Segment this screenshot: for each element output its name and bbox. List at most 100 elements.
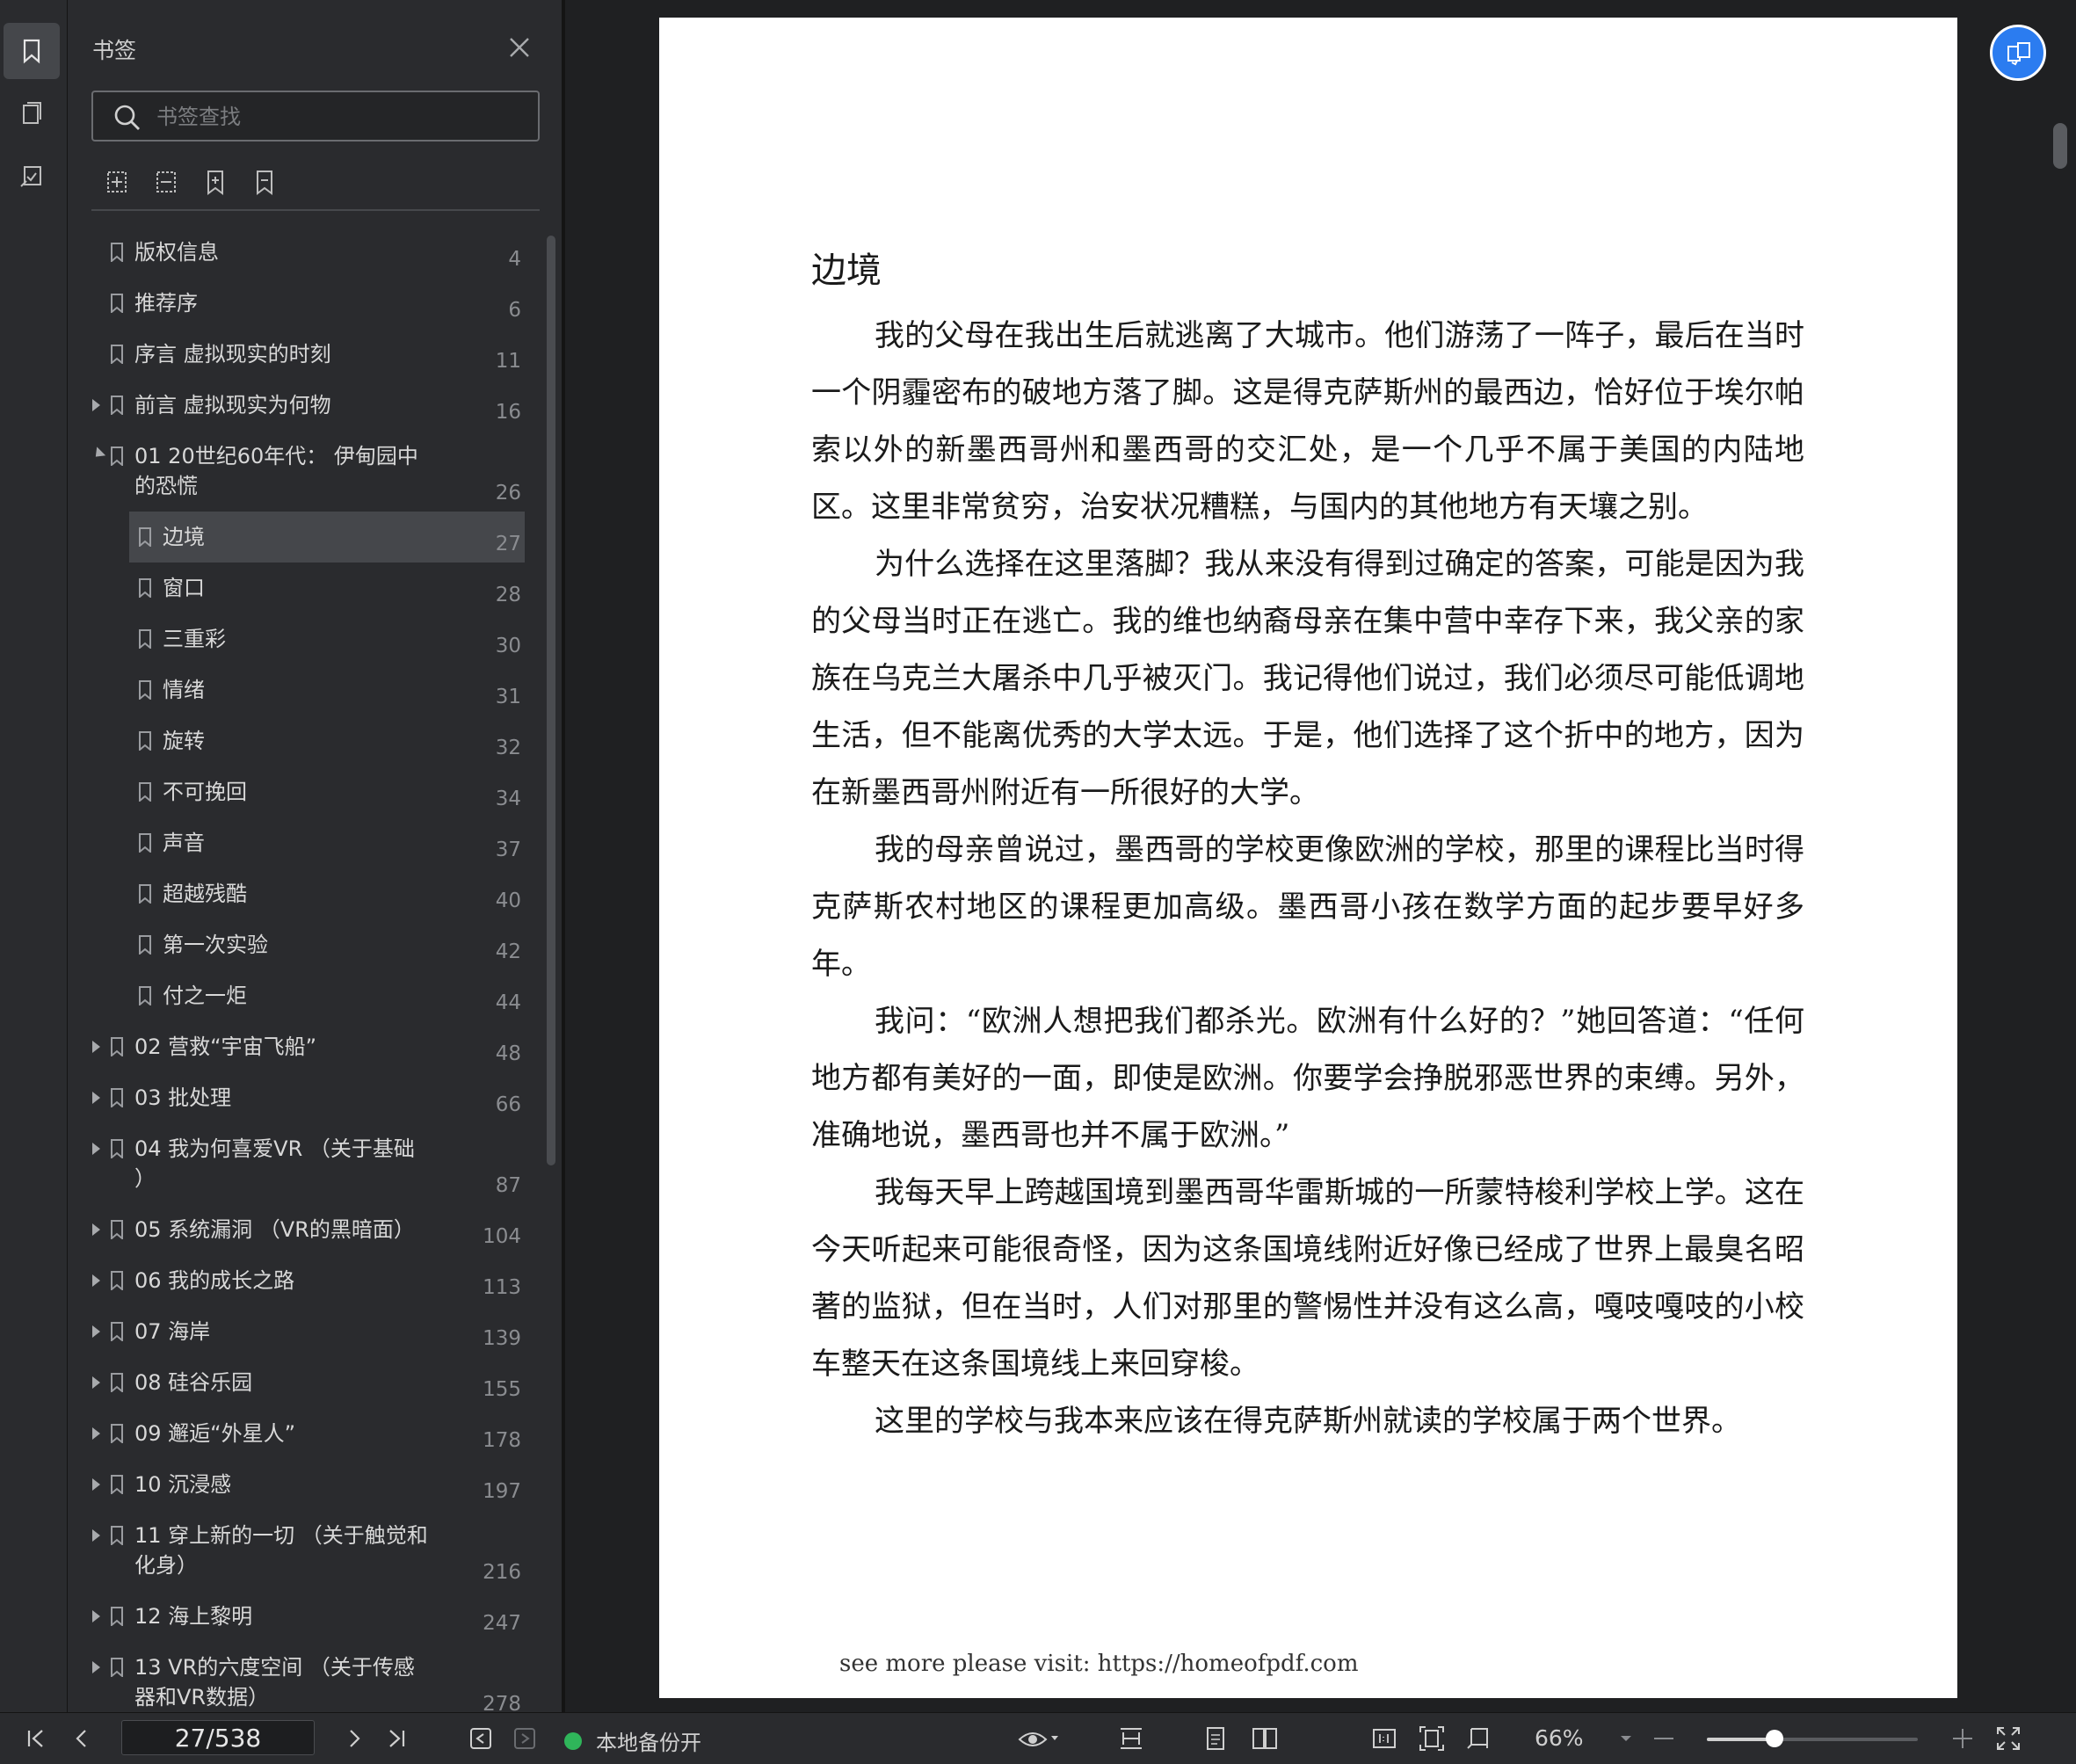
bookmark-label: 09 邂逅“外星人”: [134, 1421, 296, 1446]
bookmark-page-number: 113: [483, 1276, 521, 1299]
bookmark-label: 第一次实验: [163, 933, 268, 957]
expand-arrow-icon[interactable]: [92, 1427, 100, 1440]
bookmark-flag-icon: [111, 1139, 123, 1158]
bookmark-flag-icon: [111, 1220, 123, 1239]
zoom-out-button[interactable]: [1651, 1725, 1677, 1752]
expand-arrow-icon[interactable]: [92, 1661, 100, 1673]
bookmark-page-number: 197: [483, 1480, 521, 1503]
bookmark-search-input[interactable]: [155, 101, 527, 133]
left-icon-rail: [0, 0, 68, 1712]
bookmark-sidebar: 书签 版权信息 4 推荐序 6 序言 虚拟现实的时刻 11 前言 虚拟现实为何物 16 01 2…: [68, 0, 562, 1712]
expand-arrow-icon[interactable]: [92, 1478, 100, 1491]
bookmark-flag-icon: [111, 1526, 123, 1545]
paragraph: 为什么选择在这里落脚？我从来没有得到过确定的答案，可能是因为我的父母当时正在逃亡…: [811, 547, 1804, 810]
bookmark-search-box: [91, 91, 540, 142]
bookmark-label: 02 营救“宇宙飞船”: [134, 1034, 317, 1059]
sidebar-scrollbar[interactable]: [547, 236, 555, 1165]
scroll-mode-icon: [1121, 1728, 1142, 1749]
zoom-in-button[interactable]: [1949, 1725, 1976, 1752]
go-forward-button[interactable]: [512, 1725, 538, 1752]
bookmark-label: 08 硅谷乐园: [134, 1370, 253, 1395]
paragraph: 我的父母在我出生后就逃离了大城市。他们游荡了一阵子，最后在当时一个阴霾密布的破地…: [811, 318, 1804, 525]
single-page-button[interactable]: [1202, 1725, 1229, 1752]
collapse-arrow-icon[interactable]: [91, 446, 106, 461]
bookmark-label: 01 20世纪60年代： 伊甸园中 的恐慌: [134, 444, 418, 498]
expand-arrow-icon[interactable]: [92, 1092, 100, 1104]
continuous-scroll-button[interactable]: [1118, 1725, 1144, 1752]
thumbnails-panel-button[interactable]: [4, 86, 60, 142]
expand-arrow-icon[interactable]: [92, 399, 100, 411]
bookmark-page-number: 87: [495, 1174, 521, 1197]
last-page-icon: [389, 1730, 405, 1747]
first-page-button[interactable]: [23, 1725, 49, 1752]
bookmark-flag-icon: [111, 396, 123, 415]
page-body-text: 我的父母在我出生后就逃离了大城市。他们游荡了一阵子，最后在当时一个阴霾密布的破地…: [811, 308, 1804, 1450]
bookmark-label: 边境: [163, 525, 205, 549]
close-sidebar-button[interactable]: [505, 33, 534, 62]
bookmark-page-number: 6: [508, 299, 521, 322]
bookmark-label: 06 我的成长之路: [134, 1268, 295, 1293]
bookmark-page-number: 37: [495, 838, 521, 861]
expand-all-icon: [107, 171, 127, 192]
expand-arrow-icon[interactable]: [92, 1223, 100, 1236]
pdf-page: 边境 我的父母在我出生后就逃离了大城市。他们游荡了一阵子，最后在当时一个阴霾密布…: [659, 18, 1957, 1698]
annotations-panel-button[interactable]: [4, 149, 60, 206]
zoom-level[interactable]: 66%: [1535, 1725, 1584, 1751]
remove-bookmark-button[interactable]: [249, 167, 280, 199]
expand-arrow-icon[interactable]: [92, 1529, 100, 1542]
expand-arrow-icon[interactable]: [92, 1325, 100, 1338]
bookmark-flag-icon: [111, 1424, 123, 1443]
actual-size-button[interactable]: [1371, 1725, 1397, 1752]
floating-convert-button[interactable]: [1990, 25, 2046, 81]
eye-icon: [1018, 1732, 1058, 1746]
bookmark-flag-icon: [139, 578, 151, 598]
last-page-button[interactable]: [383, 1725, 410, 1752]
paragraph: 我每天早上跨越国境到墨西哥华雷斯城的一所蒙特梭利学校上学。这在今天听起来可能很奇…: [811, 1175, 1804, 1382]
go-back-button[interactable]: [468, 1725, 494, 1752]
expand-arrow-icon[interactable]: [92, 1376, 100, 1389]
plus-icon: [1953, 1729, 1972, 1748]
expand-arrow-icon[interactable]: [92, 1610, 100, 1622]
zoom-slider[interactable]: [1707, 1730, 1918, 1747]
status-bar: 本地备份开 66%: [0, 1712, 2076, 1764]
bookmark-label: 旋转: [163, 729, 205, 753]
previous-page-button[interactable]: [69, 1725, 95, 1752]
fit-page-button[interactable]: [1419, 1725, 1445, 1752]
bookmark-page-number: 278: [483, 1693, 521, 1712]
fullscreen-button[interactable]: [1995, 1725, 2022, 1752]
bookmark-page-number: 104: [483, 1225, 521, 1248]
bookmark-label: 03 批处理: [134, 1085, 232, 1110]
expand-arrow-icon[interactable]: [92, 1041, 100, 1053]
bookmark-page-number: 34: [495, 788, 521, 810]
fit-page-icon: [1419, 1726, 1444, 1751]
chevron-right-icon: [350, 1730, 360, 1747]
page-number-input[interactable]: [121, 1720, 315, 1755]
pages-icon: [23, 102, 41, 124]
bookmarks-panel-button[interactable]: [4, 23, 60, 79]
chevron-down-icon: [1621, 1736, 1631, 1741]
bookmark-page-number: 28: [495, 584, 521, 606]
bookmark-page-number: 26: [495, 482, 521, 505]
bookmark-page-number: 48: [495, 1042, 521, 1065]
next-page-button[interactable]: [341, 1725, 367, 1752]
bookmark-page-number: 247: [483, 1612, 521, 1635]
bookmark-label: 07 海岸: [134, 1319, 211, 1344]
backup-status-text[interactable]: 本地备份开: [596, 1725, 701, 1756]
bookmark-flag-icon: [139, 935, 151, 955]
zoom-slider-handle[interactable]: [1765, 1730, 1783, 1747]
zoom-dropdown-button[interactable]: [1617, 1725, 1635, 1752]
expand-arrow-icon[interactable]: [92, 1143, 100, 1155]
two-page-button[interactable]: [1252, 1725, 1278, 1752]
bookmark-page-number: 32: [495, 737, 521, 759]
actual-size-icon: [1373, 1729, 1396, 1748]
expand-arrow-icon[interactable]: [92, 1274, 100, 1287]
collapse-all-button[interactable]: [150, 167, 182, 199]
add-bookmark-button[interactable]: [200, 167, 231, 199]
fit-width-button[interactable]: [1466, 1725, 1492, 1752]
expand-all-button[interactable]: [101, 167, 133, 199]
reading-mode-button[interactable]: [1018, 1725, 1062, 1752]
bookmark-flag-icon: [111, 345, 123, 364]
chevron-left-icon: [76, 1730, 86, 1747]
document-scrollbar-thumb[interactable]: [2053, 123, 2067, 169]
two-page-icon: [1252, 1728, 1277, 1749]
